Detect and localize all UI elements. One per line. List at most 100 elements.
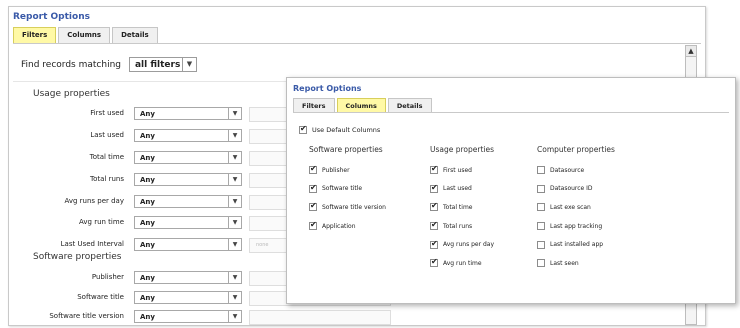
column-option-label: Total time	[443, 203, 473, 211]
filter-select-value: Any	[140, 176, 155, 184]
filter-select[interactable]: Any ▼	[134, 216, 242, 229]
filter-label: Publisher	[91, 273, 124, 281]
column-option-label: Last app tracking	[550, 222, 603, 230]
column-option: Publisher	[309, 161, 386, 180]
tab-filters[interactable]: Filters	[13, 27, 57, 43]
column-checkbox[interactable]	[537, 203, 545, 212]
tab-divider	[293, 112, 729, 113]
chevron-down-icon: ▼	[228, 239, 241, 250]
column-checkbox[interactable]	[537, 222, 545, 231]
match-mode-value: all filters	[134, 59, 181, 70]
column-option-label: Avg runs per day	[443, 241, 495, 249]
column-checkbox[interactable]	[309, 164, 317, 175]
chevron-down-icon: ▼	[228, 130, 241, 141]
filter-row-software-title-version: Software title version Any ▼	[9, 310, 709, 325]
column-option: Last used	[430, 180, 494, 199]
filter-placeholder: none	[256, 242, 269, 248]
filter-label: Last Used Interval	[60, 240, 124, 248]
column-checkbox[interactable]	[430, 183, 438, 193]
column-option: Last seen	[537, 254, 615, 273]
column-checkbox[interactable]	[430, 257, 438, 268]
chevron-down-icon: ▼	[228, 152, 241, 163]
chevron-down-icon: ▼	[181, 58, 196, 71]
column-checkbox[interactable]	[309, 220, 317, 231]
column-checkbox[interactable]	[537, 240, 545, 249]
filter-select-value: Any	[140, 198, 155, 206]
filter-select-value: Any	[140, 294, 155, 302]
chevron-down-icon: ▼	[228, 108, 241, 119]
filter-label: Avg runs per day	[64, 197, 124, 205]
column-heading: Software properties	[309, 145, 383, 154]
panel-title: Report Options	[13, 12, 90, 22]
column-checkbox[interactable]	[537, 184, 545, 193]
tab-details[interactable]: Details	[387, 98, 432, 113]
column-option: Application	[309, 217, 386, 236]
chevron-down-icon: ▼	[228, 174, 241, 185]
filter-label: Avg run time	[79, 218, 124, 226]
filter-select[interactable]: Any ▼	[134, 195, 242, 208]
column-checkbox[interactable]	[430, 164, 438, 175]
tab-filters[interactable]: Filters	[293, 98, 335, 113]
tab-columns[interactable]: Columns	[58, 27, 111, 43]
match-mode-select[interactable]: all filters ▼	[128, 57, 197, 72]
column-checkbox[interactable]	[309, 201, 317, 212]
column-option: Avg run time	[430, 254, 494, 273]
filter-label: Total runs	[90, 175, 124, 183]
software-properties-column: Software properties Publisher Software t…	[309, 145, 386, 235]
column-option-label: Avg run time	[443, 259, 482, 267]
column-option: Total runs	[430, 217, 494, 236]
filter-value-input[interactable]	[249, 310, 391, 325]
usage-properties-column: Usage properties First used Last used To…	[430, 145, 494, 273]
column-option-label: Datasource ID	[550, 185, 593, 193]
filter-select-value: Any	[140, 241, 155, 249]
column-option-label: Software title	[322, 185, 363, 193]
column-checkbox[interactable]	[430, 220, 438, 231]
filter-select-value: Any	[140, 274, 155, 282]
column-checkbox[interactable]	[537, 259, 545, 268]
column-checkbox[interactable]	[430, 201, 438, 212]
filter-select[interactable]: Any ▼	[134, 310, 242, 323]
filter-select[interactable]: Any ▼	[134, 291, 242, 304]
chevron-down-icon: ▼	[228, 217, 241, 228]
tab-bar: Filters Columns Details	[13, 27, 160, 43]
chevron-down-icon: ▼	[228, 292, 241, 303]
column-option-label: Last seen	[550, 259, 579, 267]
column-option-label: Total runs	[443, 222, 473, 230]
column-checkbox[interactable]	[309, 183, 317, 193]
scroll-up-arrow-icon[interactable]: ▲	[686, 46, 696, 57]
use-default-columns-label: Use Default Columns	[312, 126, 381, 134]
software-properties-heading: Software properties	[33, 252, 122, 262]
column-option-label: Datasource	[550, 166, 585, 174]
panel-title: Report Options	[293, 84, 362, 93]
report-options-panel-columns: Report Options Filters Columns Details U…	[286, 77, 736, 304]
filter-select[interactable]: Any ▼	[134, 107, 242, 120]
filter-select[interactable]: Any ▼	[134, 129, 242, 142]
filter-select[interactable]: Any ▼	[134, 151, 242, 164]
filter-select-value: Any	[140, 219, 155, 227]
tab-columns[interactable]: Columns	[336, 98, 386, 113]
column-heading: Usage properties	[430, 145, 495, 154]
column-option: Avg runs per day	[430, 235, 494, 254]
column-option: Total time	[430, 198, 494, 217]
column-checkbox[interactable]	[537, 166, 545, 175]
column-option-label: Application	[322, 222, 356, 230]
column-option: Software title	[309, 180, 386, 199]
filter-select[interactable]: Any ▼	[134, 271, 242, 284]
column-option: Software title version	[309, 198, 386, 217]
tab-details[interactable]: Details	[112, 27, 158, 43]
usage-properties-heading: Usage properties	[33, 89, 110, 99]
chevron-down-icon: ▼	[228, 311, 241, 322]
filter-select[interactable]: Any ▼	[134, 173, 242, 186]
use-default-columns-checkbox[interactable]	[299, 124, 307, 134]
chevron-down-icon: ▼	[228, 272, 241, 283]
column-option: Datasource	[537, 161, 615, 180]
column-checkbox[interactable]	[430, 239, 438, 249]
column-heading: Computer properties	[537, 145, 615, 154]
filter-label: First used	[90, 109, 124, 117]
filter-select[interactable]: Any ▼	[134, 238, 242, 251]
filter-select-value: Any	[140, 110, 155, 118]
find-records-row: Find records matching all filters ▼	[21, 57, 197, 72]
column-option-label: Publisher	[322, 166, 350, 174]
tab-divider	[13, 43, 701, 44]
column-option-label: Software title version	[322, 203, 386, 211]
